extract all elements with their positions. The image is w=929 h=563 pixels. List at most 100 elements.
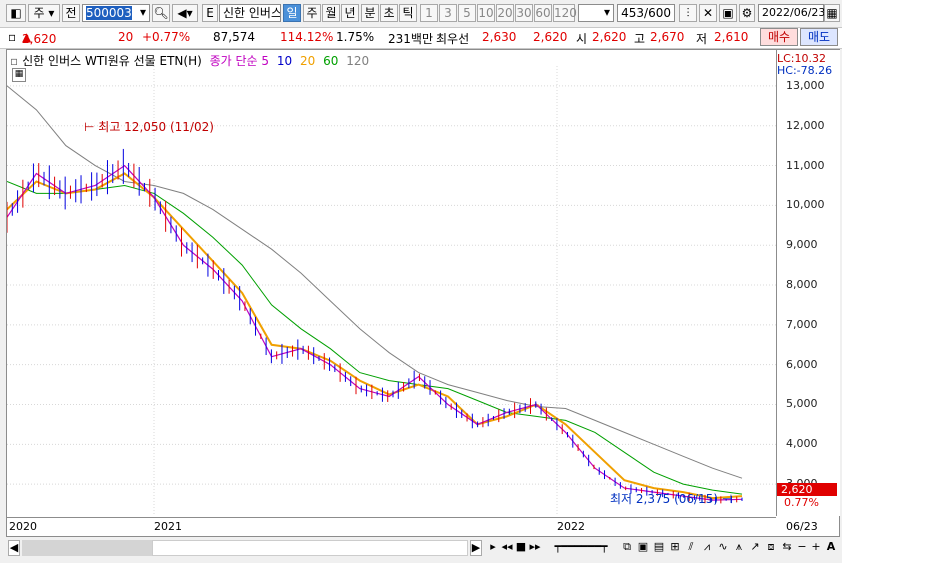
current-price-tag: 2,620 (777, 483, 837, 496)
x-last-date: 06/23 (786, 520, 818, 533)
stop-icon[interactable]: ■ (514, 540, 528, 556)
period-tick[interactable]: 틱 (399, 4, 417, 22)
current-price-value: 2,620 (22, 32, 57, 46)
chart-window: ◧ 주 ▾ 전 500003 ▾ 🔍︎ ◀▾ E 신한 인버스 일 주 월 년 … (0, 0, 842, 563)
draw-icon[interactable]: ⩘ (700, 540, 714, 556)
period-week[interactable]: 주 (303, 4, 321, 22)
copy-icon[interactable]: ▣ (636, 540, 650, 556)
zoom-out-icon[interactable]: − (796, 540, 808, 556)
y-tick-label: 9,000 (786, 238, 818, 252)
quote-bar: ▫ 2,620 ▲ 20 +0.77% 87,574 114.12% 1.75%… (0, 27, 842, 49)
stock-name-field: 신한 인버스 (219, 4, 281, 22)
ma-line-120 (7, 85, 743, 479)
menu-small-icon[interactable]: ▫ (8, 30, 16, 44)
bottom-toolbar: ◀ ▶ ▸ ◂◂ ■ ▸▸ ┯━━━━━━┯ ⧉ ▣ ▤ ⊞ ⫽ ⩘ ∿ ⩚ ↗… (6, 538, 840, 558)
type-label: 주 (33, 6, 45, 20)
speaker-icon[interactable]: ◀▾ (172, 4, 198, 22)
volume-ratio: 114.12% (280, 30, 334, 44)
interval-30[interactable]: 30 (515, 4, 533, 22)
y-tick-label: 12,000 (786, 118, 825, 132)
count-value: 453 (621, 6, 645, 20)
interval-60[interactable]: 60 (534, 4, 552, 22)
best-label: 최우선 (436, 32, 470, 46)
range-slider[interactable]: ┯━━━━━━┯ (546, 540, 616, 556)
x-tick-2021: 2021 (154, 520, 182, 533)
y-tick-label: 5,000 (786, 397, 818, 411)
high-label: 고 (634, 32, 646, 46)
ma-line-5 (7, 164, 743, 501)
sell-button[interactable]: 매도 (800, 28, 838, 46)
code-dropdown-icon[interactable]: ▾ (136, 4, 150, 22)
buy-button[interactable]: 매수 (760, 28, 798, 46)
forward-icon[interactable]: ▸▸ (528, 540, 542, 556)
low-annotation: 최저 2,375 (06/15) ⊣ (610, 492, 733, 506)
bid-price: 2,620 (533, 30, 568, 44)
all-button[interactable]: 전 (62, 4, 80, 22)
period-month[interactable]: 월 (322, 4, 340, 22)
hc-label: HC:-78.26 (777, 64, 833, 77)
open-price: 2,620 (592, 30, 627, 44)
interval-5[interactable]: 5 (458, 4, 476, 22)
current-price: 2,620 ▲ (22, 30, 57, 46)
scroll-thumb[interactable] (22, 540, 152, 556)
high-annotation: ⊢ 최고 12,050 (11/02) (84, 120, 214, 134)
type-select[interactable]: 주 ▾ (28, 4, 60, 22)
gear-icon[interactable]: ⚙ (739, 4, 755, 22)
low-price: 2,610 (714, 30, 749, 44)
y-tick-label: 7,000 (786, 317, 818, 331)
volume: 87,574 (213, 30, 255, 44)
arrow-icon[interactable]: ↗ (748, 540, 762, 556)
ma-line-60 (7, 181, 743, 495)
fib-icon[interactable]: ⩚ (732, 540, 746, 556)
period-year[interactable]: 년 (341, 4, 359, 22)
line-icon[interactable]: ∿ (716, 540, 730, 556)
high-annotation-text: 최고 12,050 (11/02) (98, 120, 214, 134)
crosshair-icon[interactable]: ✕ (699, 4, 717, 22)
rewind-icon[interactable]: ◂◂ (500, 540, 514, 556)
menu-icon[interactable]: ◧ (6, 4, 26, 22)
zoom-in-icon[interactable]: + (810, 540, 822, 556)
scroll-track[interactable] (152, 540, 468, 556)
e-button[interactable]: E (202, 4, 218, 22)
y-tick-label: 8,000 (786, 278, 818, 292)
image-icon[interactable]: ⧈ (764, 540, 778, 556)
change-value: 20 (118, 30, 134, 44)
interval-10[interactable]: 10 (477, 4, 495, 22)
zoom-box-icon[interactable]: ⧉ (620, 540, 634, 556)
date-field[interactable]: 2022/06/23 (758, 4, 825, 22)
arrows-icon[interactable]: ⇆ (780, 540, 794, 556)
ma-line-20 (7, 172, 743, 500)
interval-1[interactable]: 1 (420, 4, 438, 22)
compare-icon[interactable]: ⊞ (668, 540, 682, 556)
y-tick-label: 10,000 (786, 198, 825, 212)
low-annotation-text: 최저 2,375 (06/15) (610, 492, 719, 506)
period-minute[interactable]: 분 (361, 4, 379, 22)
period-second[interactable]: 초 (380, 4, 398, 22)
auto-scale-icon[interactable]: A (824, 540, 838, 556)
period-day[interactable]: 일 (283, 4, 301, 22)
interval-3[interactable]: 3 (439, 4, 457, 22)
scroll-left-icon[interactable]: ◀ (8, 540, 20, 556)
x-tick-2020: 2020 (9, 520, 37, 533)
save-icon[interactable]: ▣ (719, 4, 737, 22)
low-label: 저 (696, 32, 708, 46)
interval-20[interactable]: 20 (496, 4, 514, 22)
turnover: 1.75% (336, 30, 375, 44)
candle-icon[interactable]: ⫶ (679, 4, 697, 22)
high-price: 2,670 (650, 30, 685, 44)
trend-icon[interactable]: ⫽ (684, 540, 698, 556)
table-icon[interactable]: ▤ (652, 540, 666, 556)
y-tick-label: 13,000 (786, 78, 825, 92)
play-back-icon[interactable]: ▸ (486, 540, 500, 556)
count-total: /600 (644, 6, 671, 20)
search-icon[interactable]: 🔍︎ (152, 4, 170, 22)
calendar-icon[interactable]: ▦ (824, 4, 840, 22)
x-tick-2022: 2022 (557, 520, 585, 533)
open-label: 시 (576, 32, 588, 46)
interval-dropdown-icon[interactable]: ▾ (600, 4, 614, 22)
scroll-right-icon[interactable]: ▶ (470, 540, 482, 556)
amount: 231백만 (388, 32, 433, 46)
interval-120[interactable]: 120 (553, 4, 577, 22)
count-field[interactable]: 453/600 (617, 4, 675, 22)
current-pct-tag: 0.77% (784, 496, 819, 509)
